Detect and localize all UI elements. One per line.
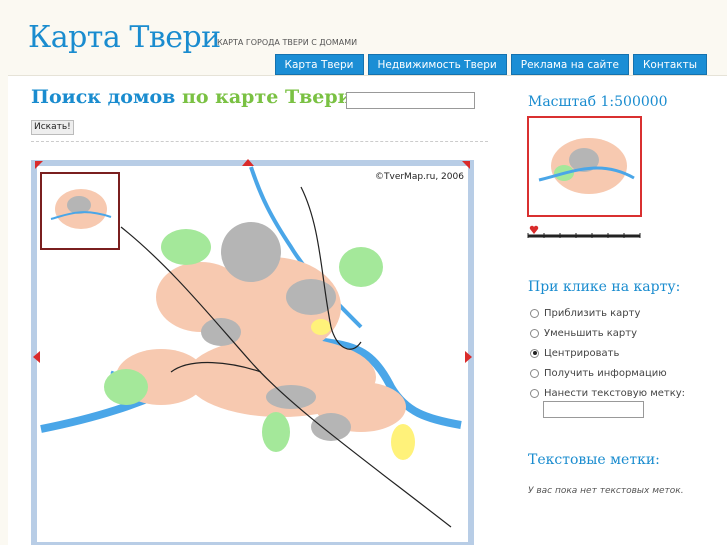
text-marks-heading: Текстовые метки:: [528, 452, 660, 468]
option-zoom-in[interactable]: Приблизить карту: [530, 303, 685, 323]
city-map[interactable]: [31, 157, 474, 545]
divider: [31, 141, 488, 142]
click-action-heading: При клике на карту:: [528, 279, 681, 295]
search-button[interactable]: Искать!: [31, 120, 74, 135]
scale-heading: Масштаб 1:500000: [528, 94, 668, 110]
site-tagline: КАРТА ГОРОДА ТВЕРИ С ДОМАМИ: [217, 38, 358, 47]
click-options: Приблизить карту Уменьшить карту Центрир…: [530, 303, 685, 403]
radio-get-info[interactable]: [530, 368, 539, 378]
radio-center[interactable]: [530, 348, 539, 358]
radio-zoom-out[interactable]: [530, 328, 539, 338]
option-text-mark[interactable]: Нанести текстовую метку:: [530, 383, 685, 403]
scale-handle-icon: [529, 225, 539, 234]
option-zoom-out[interactable]: Уменьшить карту: [530, 323, 685, 343]
top-navigation: Карта Твери Недвижимость Твери Реклама н…: [274, 54, 707, 75]
text-mark-input[interactable]: [543, 401, 644, 418]
nav-ads-link[interactable]: Реклама на сайте: [510, 54, 629, 75]
site-title[interactable]: Карта Твери: [28, 20, 221, 55]
nav-realty-link[interactable]: Недвижимость Твери: [367, 54, 507, 75]
option-get-info[interactable]: Получить информацию: [530, 363, 685, 383]
option-center[interactable]: Центрировать: [530, 343, 685, 363]
map-copyright: ©TverMap.ru, 2006: [375, 172, 464, 182]
text-marks-empty: У вас пока нет текстовых меток.: [528, 486, 684, 496]
radio-zoom-in[interactable]: [530, 308, 539, 318]
search-heading-part1: Поиск домов: [31, 86, 176, 108]
overview-minimap[interactable]: [527, 116, 642, 217]
search-input[interactable]: [346, 92, 475, 109]
scale-slider[interactable]: [527, 224, 641, 240]
nav-contacts-link[interactable]: Контакты: [632, 54, 707, 75]
nav-map-link[interactable]: Карта Твери: [274, 54, 364, 75]
search-heading: Поиск домов по карте Твери:: [31, 86, 359, 108]
radio-text-mark[interactable]: [530, 388, 539, 398]
search-heading-part2: по карте Твери: [181, 86, 352, 108]
